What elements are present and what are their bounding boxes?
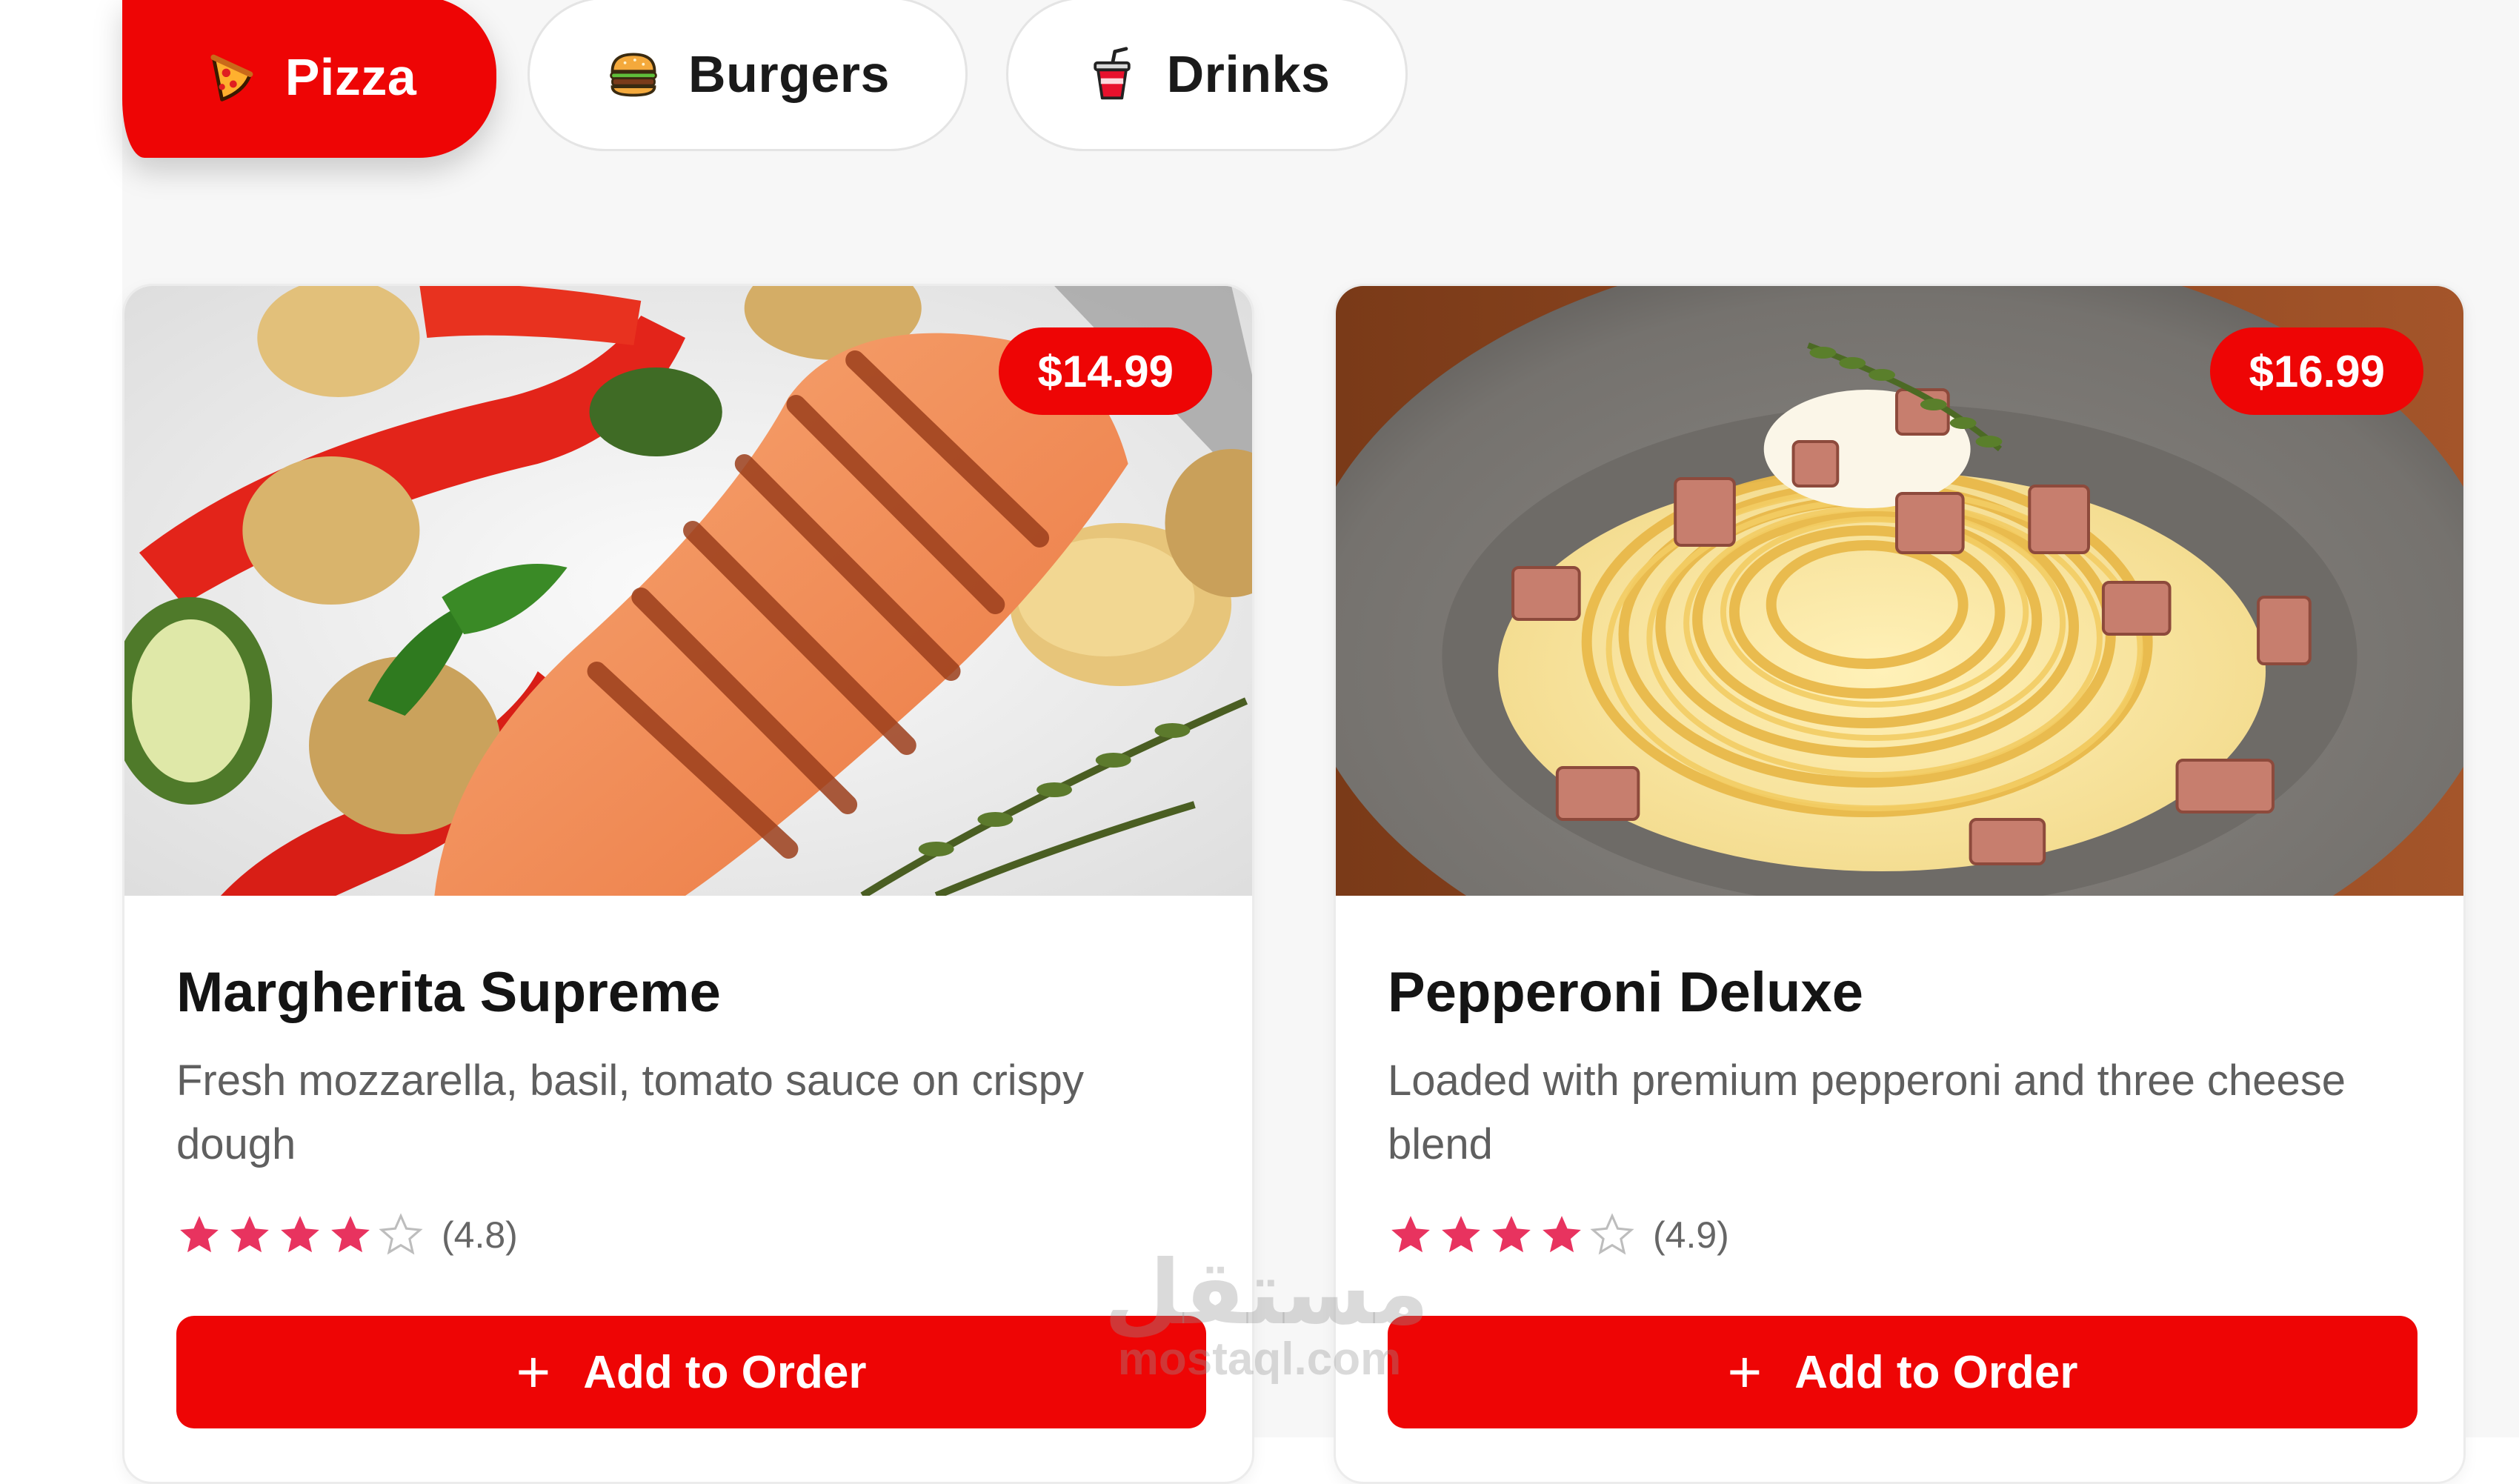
menu-item-card: $14.99 Margherita Supreme Fresh mozzarel…	[122, 284, 1254, 1484]
menu-item-card: $16.99 Pepperoni Deluxe Loaded with prem…	[1334, 284, 2466, 1484]
price-badge: $16.99	[2210, 327, 2423, 415]
plus-icon: +	[1727, 1339, 1763, 1405]
star-filled-icon	[331, 1216, 370, 1253]
item-name: Pepperoni Deluxe	[1388, 961, 1863, 1024]
plus-icon: +	[516, 1339, 551, 1405]
star-filled-icon	[1442, 1216, 1480, 1253]
item-description: Fresh mozzarella, basil, tomato sauce on…	[176, 1057, 1084, 1168]
tab-pizza[interactable]: Pizza	[122, 0, 496, 158]
item-name: Margherita Supreme	[176, 961, 721, 1024]
add-to-order-button[interactable]: + Add to Order	[176, 1316, 1206, 1428]
rating: (4.8)	[176, 1212, 518, 1258]
add-to-order-label: Add to Order	[1794, 1346, 2078, 1398]
tab-drinks[interactable]: Drinks	[1006, 0, 1408, 151]
star-filled-icon	[281, 1216, 319, 1253]
tab-pizza-label: Pizza	[284, 48, 417, 106]
drink-cup-icon	[1084, 46, 1140, 102]
rating-value: (4.9)	[1653, 1214, 1729, 1256]
item-description: Loaded with premium pepperoni and three …	[1388, 1057, 2346, 1168]
tab-burgers-label: Burgers	[688, 45, 890, 103]
star-filled-icon	[180, 1216, 219, 1253]
add-to-order-button[interactable]: + Add to Order	[1388, 1316, 2417, 1428]
star-filled-icon	[1492, 1216, 1531, 1253]
star-filled-icon	[230, 1216, 269, 1253]
rating: (4.9)	[1388, 1212, 1729, 1258]
tab-burgers[interactable]: Burgers	[528, 0, 968, 151]
price-badge: $14.99	[999, 327, 1212, 415]
burger-icon	[605, 46, 662, 102]
rating-value: (4.8)	[442, 1214, 518, 1256]
watermark: مستقل mostaql.com	[1104, 1243, 1429, 1385]
star-empty-icon	[379, 1213, 423, 1255]
star-filled-icon	[1543, 1216, 1581, 1253]
star-empty-icon	[1590, 1213, 1634, 1255]
watermark-arabic: مستقل	[1104, 1243, 1429, 1342]
tab-drinks-label: Drinks	[1166, 45, 1331, 103]
pizza-icon	[202, 49, 259, 105]
add-to-order-label: Add to Order	[583, 1346, 867, 1398]
watermark-latin: mostaql.com	[1117, 1334, 1402, 1385]
